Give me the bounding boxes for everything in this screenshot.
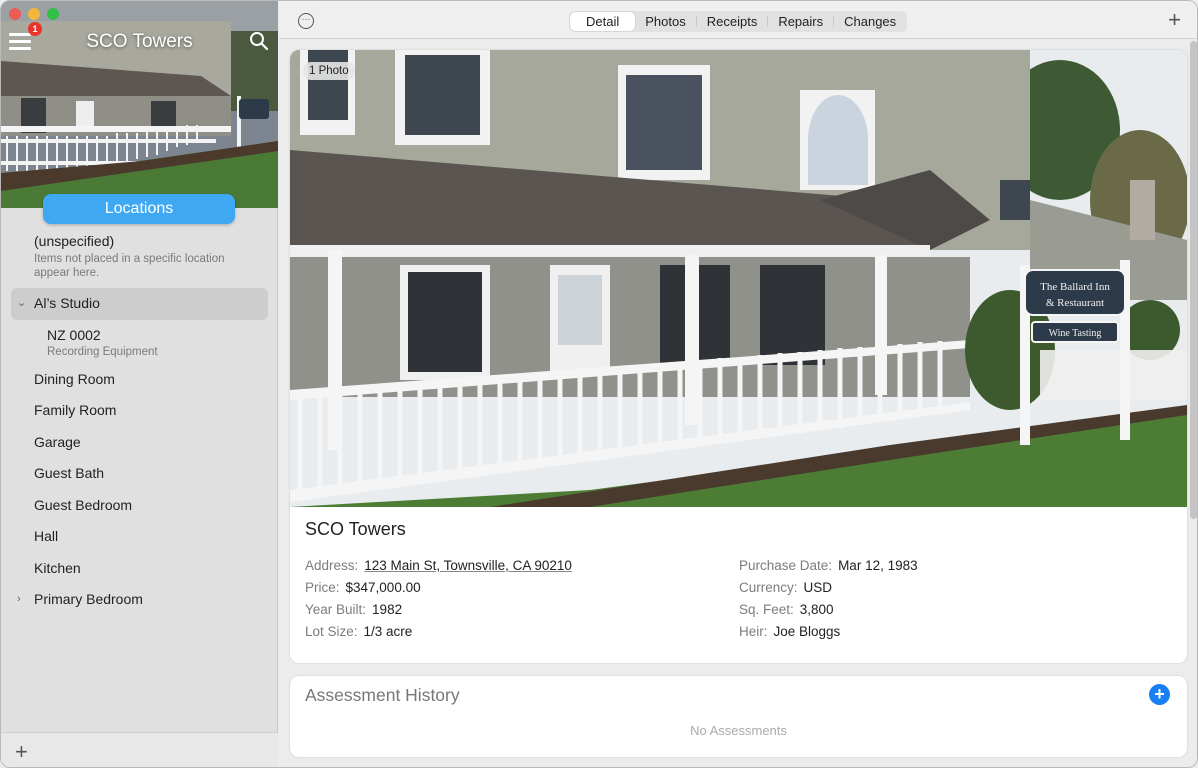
property-name-title: SCO Towers <box>86 31 193 52</box>
minimize-window-button[interactable] <box>28 8 40 20</box>
location-label: Guest Bath <box>34 465 105 481</box>
search-icon[interactable] <box>249 31 269 51</box>
location-als-studio[interactable]: ⌄ Al’s Studio <box>11 288 268 320</box>
app-window: 1 SCO Towers Locations (unspecified) Ite… <box>0 0 1198 768</box>
toolbar: ··· Detail Photos Receipts Repairs Chang… <box>279 1 1197 39</box>
field-label: Purchase Date: <box>739 558 833 573</box>
field-currency: Currency: USD <box>739 580 918 602</box>
item-nz-0002[interactable]: NZ 0002 Recording Equipment <box>1 320 278 364</box>
tab-photos[interactable]: Photos <box>635 12 695 31</box>
item-title: NZ 0002 <box>47 326 101 343</box>
close-window-button[interactable] <box>9 8 21 20</box>
location-label: Kitchen <box>34 559 81 576</box>
field-value: 3,800 <box>799 602 834 617</box>
field-lot-size: Lot Size: 1/3 acre <box>305 624 572 646</box>
locations-button[interactable]: Locations <box>43 194 235 224</box>
location-description: Items not placed in a specific location … <box>34 253 225 279</box>
field-label: Heir: <box>739 624 768 639</box>
location-label: Hall <box>34 528 59 544</box>
chevron-down-icon[interactable]: ⌄ <box>17 288 26 320</box>
field-value: 1/3 acre <box>363 624 413 639</box>
zoom-window-button[interactable] <box>47 8 59 20</box>
field-purchase-date: Purchase Date: Mar 12, 1983 <box>739 558 918 580</box>
sign-text-line-2: & Restaurant <box>1046 297 1104 309</box>
location-label: Family Room <box>34 402 117 418</box>
location-label: Guest Bedroom <box>34 496 133 513</box>
field-value: $347,000.00 <box>345 580 421 595</box>
assessment-history-title: Assessment History <box>305 685 460 705</box>
field-address: Address: 123 Main St, Townsville, CA 9021… <box>305 558 572 580</box>
field-label: Currency: <box>739 580 798 595</box>
item-category: Recording Equipment <box>47 345 158 358</box>
location-dining-room[interactable]: Dining Room <box>1 364 278 396</box>
location-label: Garage <box>34 433 81 450</box>
location-hall[interactable]: Hall <box>1 521 278 553</box>
sign-text-line-3: Wine Tasting <box>1049 328 1102 339</box>
field-label: Price: <box>305 580 340 595</box>
location-label: (unspecified) <box>34 233 115 249</box>
assessment-empty-state: No Assessments <box>690 723 787 738</box>
tab-repairs[interactable]: Repairs <box>768 12 833 31</box>
fields-left-column: Address: 123 Main St, Townsville, CA 9021… <box>305 558 572 646</box>
tab-receipts[interactable]: Receipts <box>697 12 768 31</box>
window-controls <box>9 8 59 20</box>
view-tabs: Detail Photos Receipts Repairs Changes <box>569 11 908 32</box>
field-value: 1982 <box>372 602 403 617</box>
add-location-button[interactable]: + <box>15 739 28 765</box>
fields-right-column: Purchase Date: Mar 12, 1983 Currency: USD … <box>739 558 918 646</box>
field-label: Sq. Feet: <box>739 602 794 617</box>
location-label: Dining Room <box>34 370 115 387</box>
field-price: Price: $347,000.00 <box>305 580 572 602</box>
more-options-icon[interactable]: ··· <box>298 13 314 29</box>
add-assessment-button[interactable]: + <box>1149 684 1170 705</box>
field-value: USD <box>803 580 833 595</box>
sign-text-line-1: The Ballard Inn <box>1040 281 1110 293</box>
field-label: Address: <box>305 558 359 573</box>
detail-pane: ··· Detail Photos Receipts Repairs Chang… <box>279 1 1197 767</box>
vertical-scrollbar[interactable] <box>1190 41 1197 519</box>
location-guest-bath[interactable]: Guest Bath <box>1 458 278 490</box>
location-label: Al’s Studio <box>34 295 100 311</box>
location-unspecified[interactable]: (unspecified) Items not placed in a spec… <box>1 227 278 284</box>
property-hero-image: 1 SCO Towers <box>1 1 278 208</box>
sidebar-footer: + <box>1 732 278 767</box>
field-year-built: Year Built: 1982 <box>305 602 572 624</box>
location-garage[interactable]: Garage <box>1 427 278 459</box>
tab-detail[interactable]: Detail <box>570 12 636 31</box>
add-button[interactable]: + <box>1168 7 1181 33</box>
location-label: Primary Bedroom <box>34 591 143 607</box>
location-family-room[interactable]: Family Room <box>1 395 278 427</box>
field-sq-feet: Sq. Feet: 3,800 <box>739 602 918 624</box>
chevron-right-icon[interactable]: › <box>17 584 21 616</box>
location-kitchen[interactable]: Kitchen <box>1 553 278 585</box>
photo-count-badge[interactable]: 1 Photo <box>303 62 355 80</box>
property-title: SCO Towers <box>305 519 406 539</box>
assessment-history-card: Assessment History + No Assessments <box>290 676 1187 757</box>
location-primary-bedroom[interactable]: › Primary Bedroom <box>1 584 278 616</box>
property-photo[interactable]: The Ballard Inn & Restaurant Wine Tastin… <box>290 50 1187 507</box>
field-value: Joe Bloggs <box>773 624 841 639</box>
tab-changes[interactable]: Changes <box>834 12 906 31</box>
sidebar: 1 SCO Towers Locations (unspecified) Ite… <box>1 1 278 767</box>
house-photo: The Ballard Inn & Restaurant Wine Tastin… <box>290 50 1187 507</box>
property-detail-card: The Ballard Inn & Restaurant Wine Tastin… <box>290 50 1187 663</box>
locations-list: (unspecified) Items not placed in a spec… <box>1 227 278 616</box>
address-link[interactable]: 123 Main St, Townsville, CA 90210 <box>364 558 572 573</box>
field-heir: Heir: Joe Bloggs <box>739 624 918 646</box>
field-label: Lot Size: <box>305 624 358 639</box>
location-guest-bedroom[interactable]: Guest Bedroom <box>1 490 278 522</box>
field-label: Year Built: <box>305 602 367 617</box>
field-value: Mar 12, 1983 <box>838 558 918 573</box>
